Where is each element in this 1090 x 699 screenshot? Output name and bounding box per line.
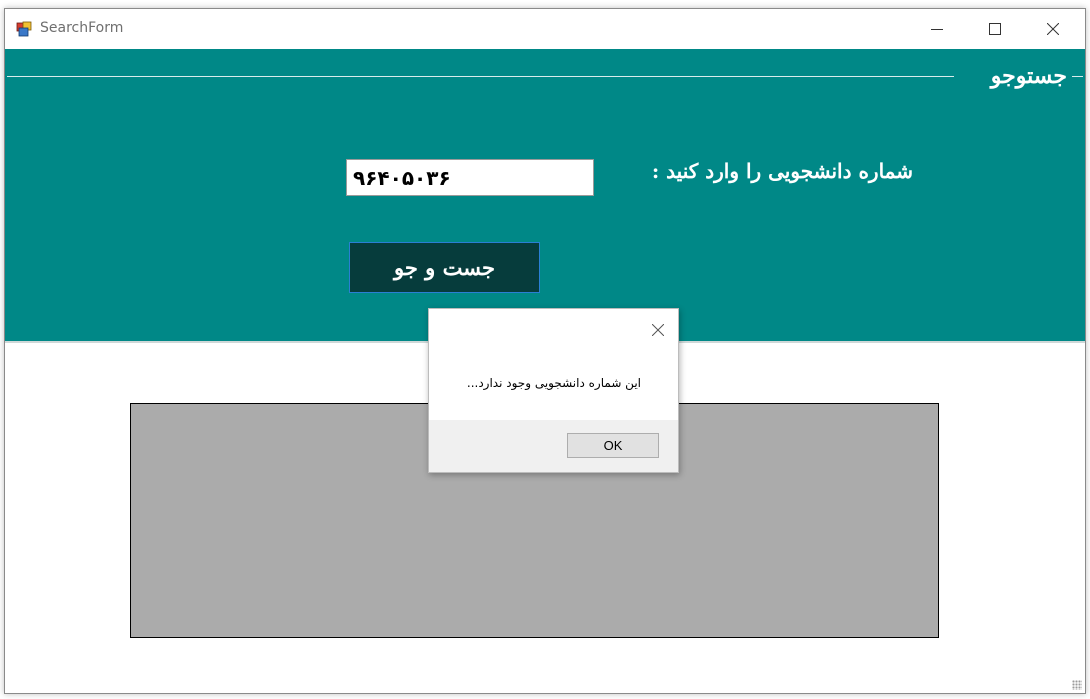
group-box-border <box>7 76 954 77</box>
search-group-title: جستوجو <box>990 63 1067 89</box>
resize-grip[interactable] <box>1072 680 1082 690</box>
student-id-input[interactable] <box>346 159 594 196</box>
title-bar[interactable]: SearchForm <box>5 9 1085 49</box>
message-text: این شماره دانشجویی وجود ندارد... <box>466 376 641 390</box>
message-box: این شماره دانشجویی وجود ندارد... OK <box>428 308 679 473</box>
search-button[interactable]: جست و جو <box>349 242 540 293</box>
window-title: SearchForm <box>40 20 124 36</box>
close-button[interactable] <box>1024 9 1082 49</box>
search-panel: جستوجو شماره دانشجویی را وارد کنید : جست… <box>5 49 1085 343</box>
student-id-label: شماره دانشجویی را وارد کنید : <box>651 159 913 183</box>
minimize-button[interactable] <box>908 9 966 49</box>
close-icon <box>1047 23 1059 35</box>
ok-button[interactable]: OK <box>567 433 659 458</box>
maximize-button[interactable] <box>966 9 1024 49</box>
group-box-border <box>1072 76 1083 77</box>
dialog-close-icon <box>652 324 664 336</box>
app-icon <box>16 21 32 37</box>
dialog-close-button[interactable] <box>647 319 669 341</box>
minimize-icon <box>931 29 943 30</box>
maximize-icon <box>989 23 1001 35</box>
message-footer: OK <box>429 420 678 472</box>
